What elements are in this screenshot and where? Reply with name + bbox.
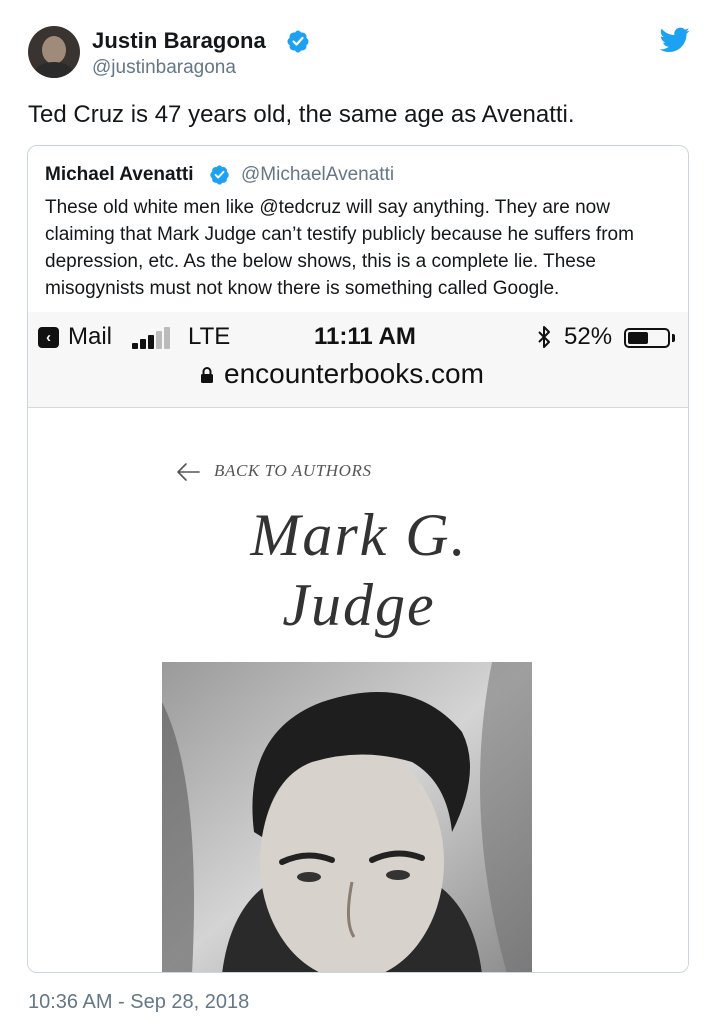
author-title-line1: Mark G.: [250, 502, 468, 568]
battery-level-fill: [628, 332, 648, 344]
author-photo: [162, 662, 532, 972]
quoted-author-name[interactable]: Michael Avenatti: [45, 164, 194, 186]
author-handle[interactable]: @justinbaragona: [92, 57, 236, 79]
author-page-title: Mark G. Judge: [28, 500, 688, 640]
battery-tip: [672, 334, 675, 342]
author-title-line2: Judge: [282, 572, 436, 638]
lock-icon: [201, 367, 213, 383]
url-bar: encounterbooks.com: [224, 358, 484, 389]
avatar-face: [42, 36, 66, 64]
verified-badge-icon: [287, 30, 309, 53]
signal-strength-icon: [132, 327, 170, 349]
back-app-label: Mail: [68, 323, 113, 350]
avatar-body: [34, 62, 74, 78]
author-photo-image: [162, 662, 532, 972]
phone-status-bar: ‹ Mail LTE 11:11 AM 52% encounterbooks.c…: [28, 312, 688, 408]
left-arrow-icon: [177, 463, 200, 481]
network-label: LTE: [188, 323, 231, 350]
quoted-author-handle[interactable]: @MichaelAvenatti: [241, 164, 394, 186]
author-name[interactable]: Justin Baragona: [92, 28, 266, 54]
tweet-card: Justin Baragona @justinbaragona Ted Cruz…: [0, 0, 708, 1024]
back-to-app-icon: ‹: [38, 327, 59, 348]
twitter-bird-icon[interactable]: [660, 27, 690, 53]
battery-icon: [624, 328, 670, 348]
quoted-tweet-text: These old white men like @tedcruz will s…: [45, 197, 634, 299]
attached-screenshot[interactable]: ‹ Mail LTE 11:11 AM 52% encounterbooks.c…: [28, 312, 688, 972]
status-time: 11:11 AM: [314, 323, 416, 350]
quoted-tweet[interactable]: Michael Avenatti @MichaelAvenatti These …: [27, 145, 689, 973]
tweet-text: Ted Cruz is 47 years old, the same age a…: [28, 101, 575, 128]
back-to-authors-label: BACK TO AUTHORS: [214, 461, 372, 480]
avatar[interactable]: [28, 26, 80, 78]
bluetooth-icon: [538, 326, 550, 348]
verified-badge-icon: [210, 165, 229, 185]
battery-percent: 52%: [564, 323, 613, 350]
tweet-timestamp[interactable]: 10:36 AM - Sep 28, 2018: [28, 991, 249, 1014]
